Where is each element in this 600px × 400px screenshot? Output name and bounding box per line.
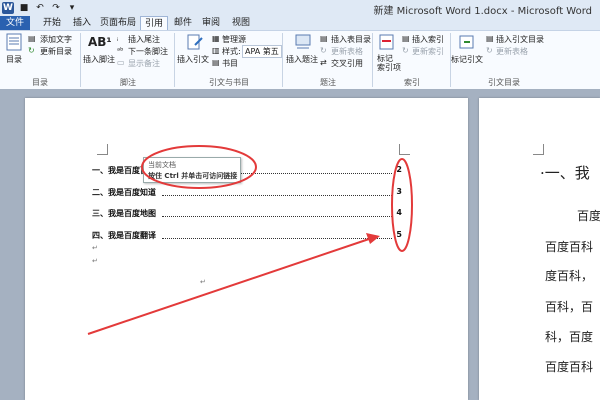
annotation-ellipse-page-numbers: [391, 158, 413, 252]
annotation-arrow-head: [366, 233, 380, 244]
annotation-ellipse-toc-entry: [141, 145, 257, 189]
annotation-arrow-line: [87, 237, 373, 335]
red-annotation-overlay: [87, 145, 413, 335]
